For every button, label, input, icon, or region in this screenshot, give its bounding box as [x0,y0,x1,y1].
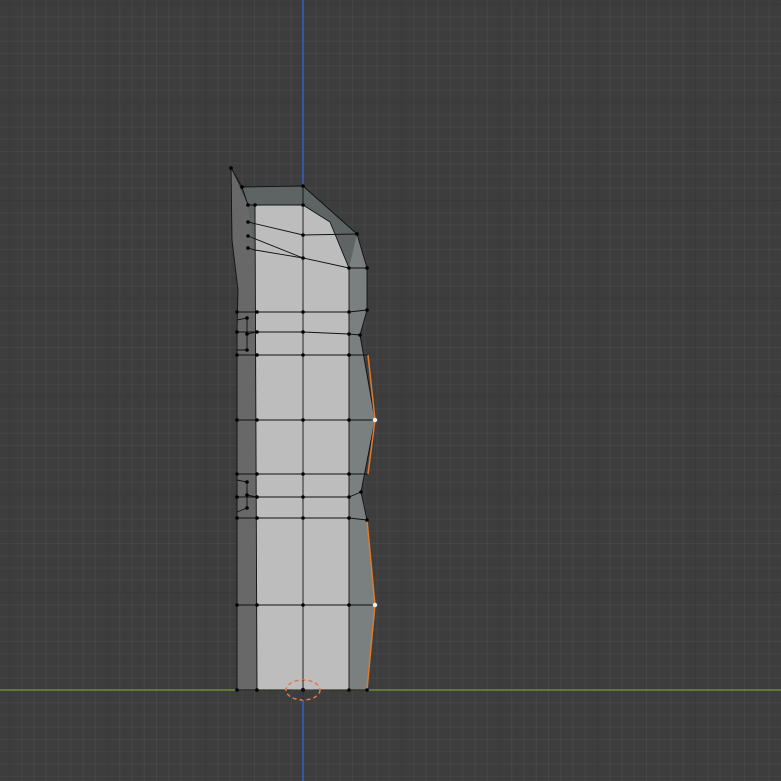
mesh-vertex[interactable] [235,330,239,334]
mesh-vertex[interactable] [246,220,250,224]
mesh-vertex[interactable] [347,332,351,336]
mesh-vertex[interactable] [347,418,351,422]
mesh-vertex[interactable] [301,256,305,260]
mesh-vertex[interactable] [245,316,249,320]
mesh-vertex[interactable] [347,495,351,499]
mesh-vertex[interactable] [301,495,305,499]
mesh-vertex[interactable] [347,266,351,270]
mesh-vertex[interactable] [255,330,259,334]
3d-viewport[interactable] [0,0,781,781]
mesh-vertex[interactable] [255,310,259,314]
mesh-vertex[interactable] [365,688,369,692]
mesh-vertex[interactable] [347,516,351,520]
mesh-vertex[interactable] [301,353,305,357]
mesh-vertex[interactable] [235,516,239,520]
mesh-vertex[interactable] [255,472,259,476]
mesh-vertex[interactable] [301,330,305,334]
mesh-vertex[interactable] [347,603,351,607]
mesh-vertex[interactable] [235,418,239,422]
mesh-vertex[interactable] [229,166,233,170]
mesh-vertex[interactable] [246,246,250,250]
mesh-left-side-face [231,168,257,690]
mesh-vertex[interactable] [235,495,239,499]
mesh-vertex[interactable] [301,203,305,207]
mesh-vertex[interactable] [359,490,363,494]
mesh-object[interactable] [229,166,378,692]
mesh-right-side-face [349,234,375,690]
mesh-vertex[interactable] [245,332,249,336]
mesh-vertex[interactable] [245,348,249,352]
mesh-vertex[interactable] [255,603,259,607]
mesh-vertex[interactable] [301,418,305,422]
mesh-vertex[interactable] [246,203,250,207]
mesh-vertex[interactable] [235,353,239,357]
mesh-vertex[interactable] [365,518,369,522]
mesh-vertex[interactable] [235,310,239,314]
mesh-vertex[interactable] [301,184,305,188]
mesh-vertex[interactable] [240,185,244,189]
mesh-vertex[interactable] [255,688,259,692]
mesh-vertex[interactable] [255,516,259,520]
mesh-vertex[interactable] [235,688,239,692]
mesh-vertex[interactable] [301,472,305,476]
viewport-scene[interactable] [0,0,781,781]
mesh-vertex[interactable] [255,418,259,422]
mesh-vertex[interactable] [245,506,249,510]
mesh-vertex[interactable] [235,603,239,607]
selected-mesh-vertex[interactable] [372,602,378,608]
mesh-vertex[interactable] [301,603,305,607]
mesh-vertex[interactable] [255,495,259,499]
mesh-vertex[interactable] [301,233,305,237]
mesh-vertex[interactable] [347,472,351,476]
mesh-vertex[interactable] [347,310,351,314]
mesh-front-face [255,205,349,690]
mesh-vertex[interactable] [355,232,359,236]
mesh-vertex[interactable] [253,203,257,207]
mesh-vertex[interactable] [255,353,259,357]
mesh-vertex[interactable] [347,688,351,692]
mesh-vertex[interactable] [301,310,305,314]
mesh-vertex[interactable] [365,308,369,312]
mesh-vertex[interactable] [245,493,249,497]
mesh-vertex[interactable] [365,266,369,270]
mesh-vertex[interactable] [358,333,362,337]
mesh-vertex[interactable] [301,516,305,520]
mesh-vertex[interactable] [347,353,351,357]
mesh-vertex[interactable] [246,234,250,238]
mesh-vertex[interactable] [245,480,249,484]
selected-mesh-vertex[interactable] [372,417,378,423]
mesh-vertex[interactable] [235,472,239,476]
